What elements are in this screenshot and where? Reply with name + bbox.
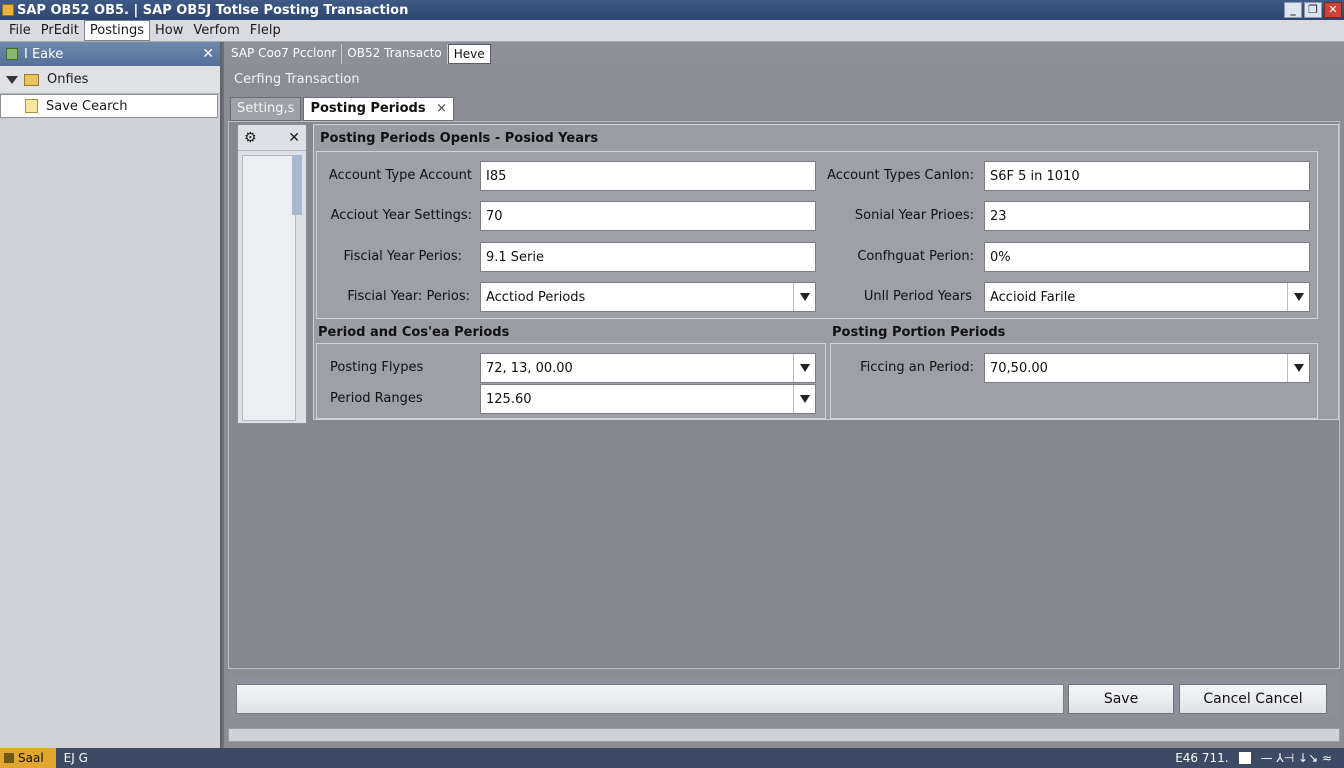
unll-period-years-value: Accioid Farile [990,289,1076,305]
portion-section-title: Posting Portion Periods [832,325,1006,340]
account-types-canlon-field[interactable]: S6F 5 in 1010 [984,161,1310,191]
side-list[interactable] [242,155,296,421]
status-indicator[interactable]: Saal [0,748,56,768]
group-title: Posting Periods Openls - Posiod Years [320,131,599,146]
menu-help[interactable]: Flelp [245,21,286,40]
gear-icon[interactable]: ⚙ [244,130,257,146]
account-types-canlon-label: Account Types Canlon: [827,168,974,183]
pane-icon [6,48,18,60]
side-panel: ⚙ ✕ [237,124,307,424]
posting-types-label: Posting Flypes [330,360,424,375]
tree-item-save-search[interactable]: Save Cearch [0,94,218,118]
menu-how[interactable]: How [150,21,188,40]
side-scrollbar[interactable] [292,155,302,215]
tab-close-icon[interactable]: × [436,101,447,116]
chevron-down-icon[interactable] [793,385,815,413]
tree-folder-onfies[interactable]: Onfies [0,66,220,94]
tab-settings[interactable]: Setting,s [230,97,302,121]
status-icon [4,753,14,763]
menu-postings[interactable]: Postings [83,20,150,41]
command-bar: Save Cancel Cancel [228,674,1340,718]
menu-bar: File PrEdit Postings How Verfom Flelp [0,20,1344,42]
main-content-area: Cerfing Transaction Setting,s Posting Pe… [224,64,1344,748]
tab-ob52-transaction[interactable]: OB52 Transacto [342,44,448,64]
status-left-label: Saal [18,751,44,765]
chevron-down-icon[interactable] [793,354,815,382]
unll-period-years-select[interactable]: Accioid Farile [984,282,1310,312]
period-ranges-select[interactable]: 125.60 [480,384,816,414]
account-year-label: Acciout Year Settings: [330,208,472,223]
tab-posting-periods[interactable]: Posting Periods × [303,97,455,121]
left-pane-title: I Eake [24,46,64,62]
tree-folder-label: Onfies [47,72,89,87]
chevron-down-icon[interactable] [1287,354,1309,382]
chevron-down-icon[interactable] [1287,283,1309,311]
inner-tab-strip: Setting,s Posting Periods × [230,97,456,121]
folder-icon [24,73,39,86]
close-icon[interactable]: ✕ [288,130,300,146]
status-right: E46 711. — ⅄⊣ ↓↘ ≈ [1175,751,1344,765]
period-ranges-value: 125.60 [486,391,532,407]
posting-periods-group: Posting Periods Openls - Posiod Years Ac… [313,124,1339,420]
left-pane-header: I Eake ✕ [0,42,220,66]
fiscal-year-periods-value: Acctiod Periods [486,289,586,305]
account-year-field[interactable]: 70 [480,201,816,231]
chevron-down-icon[interactable] [793,283,815,311]
fiscal-year-periods-label: Fiscial Year: Perios: [347,289,470,304]
posting-types-value: 72, 13, 00.00 [486,360,573,376]
tab-content-frame: ⚙ ✕ Posting Periods Openls - Posiod Year… [228,121,1340,669]
ficcing-period-value: 70,50.00 [990,360,1048,376]
minimize-button[interactable]: _ [1284,2,1302,18]
main-tab-strip: SAP Coo7 Pcclonr OB52 Transacto Heve [224,42,1344,64]
save-button[interactable]: Save [1068,684,1174,714]
fiscal-year-periods-select[interactable]: Acctiod Periods [480,282,816,312]
cancel-button[interactable]: Cancel Cancel [1179,684,1327,714]
close-window-button[interactable]: ✕ [1324,2,1342,18]
period-ranges-label: Period Ranges [330,391,423,406]
command-input[interactable] [236,684,1064,714]
window-title: SAP OB52 OB5. | SAP OB5J Totlse Posting … [17,2,409,18]
unll-period-years-label: Unll Period Years [863,289,972,304]
horizontal-scrollbar[interactable] [228,728,1340,742]
title-bar: SAP OB52 OB5. | SAP OB5J Totlse Posting … [0,0,1344,20]
status-box-icon [1238,752,1251,764]
period-section-title: Period and Cos'ea Periods [318,325,510,340]
document-icon [25,99,38,113]
fiscal-year-period-field[interactable]: 9.1 Serie [480,242,816,272]
breadcrumb: Cerfing Transaction [234,72,360,87]
status-extra: — ⅄⊣ ↓↘ ≈ [1260,751,1332,765]
status-bar: Saal EJ G E46 711. — ⅄⊣ ↓↘ ≈ [0,748,1344,768]
status-system-info: E46 711. [1175,751,1229,765]
menu-verfom[interactable]: Verfom [188,21,244,40]
tab-heve[interactable]: Heve [447,44,491,64]
config-period-field[interactable]: 0% [984,242,1310,272]
tab-posting-periods-label: Posting Periods [310,101,426,116]
tree-item-label: Save Cearch [46,98,128,114]
sonial-year-field[interactable]: 23 [984,201,1310,231]
left-navigation-pane: I Eake ✕ Onfies Save Cearch [0,42,222,748]
menu-file[interactable]: File [4,21,36,40]
sap-app-icon [2,4,14,16]
config-period-label: Confhguat Perion: [857,249,974,264]
menu-edit[interactable]: PrEdit [36,21,84,40]
ficcing-period-label: Ficcing an Period: [860,360,974,375]
account-type-label: Account Type Account [328,168,472,183]
posting-types-select[interactable]: 72, 13, 00.00 [480,353,816,383]
expand-arrow-icon[interactable] [6,75,18,84]
maximize-button[interactable]: ❐ [1304,2,1322,18]
side-panel-header: ⚙ ✕ [238,125,306,151]
close-icon[interactable]: ✕ [202,46,214,62]
sonial-year-label: Sonial Year Prioes: [854,208,974,223]
status-code: EJ G [63,751,88,765]
account-type-field[interactable]: I85 [480,161,816,191]
tab-sap-coo7[interactable]: SAP Coo7 Pcclonr [226,44,343,64]
ficcing-period-select[interactable]: 70,50.00 [984,353,1310,383]
fiscal-year-period-label: Fiscial Year Perios: [343,249,462,264]
